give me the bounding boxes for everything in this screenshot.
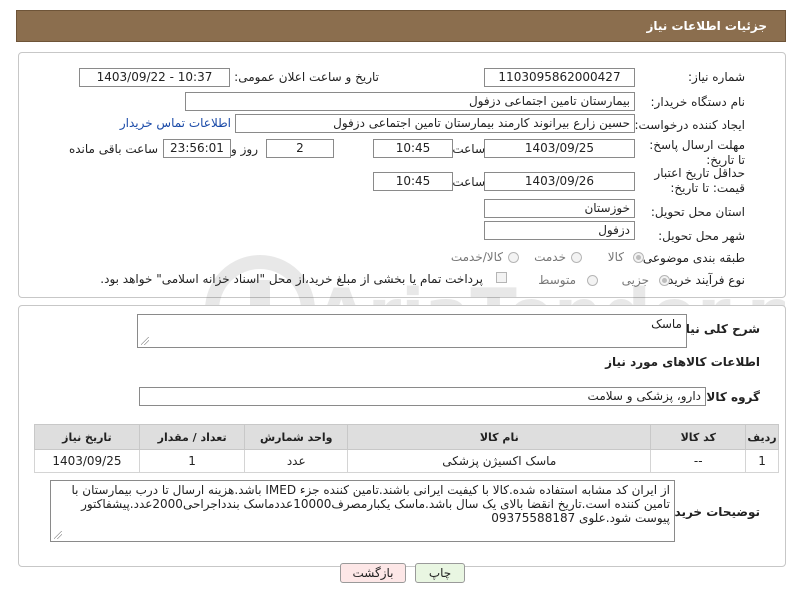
city-label: شهر محل تحویل: xyxy=(658,229,745,243)
days-remaining-field: 2 xyxy=(266,139,334,158)
page-title: جزئیات اطلاعات نیاز xyxy=(646,19,767,33)
page-header: جزئیات اطلاعات نیاز xyxy=(16,10,786,42)
buyer-notes-text: از ایران کد مشابه استفاده شده.کالا با کی… xyxy=(71,483,670,525)
goods-info-title: اطلاعات کالاهای مورد نیاز xyxy=(605,355,760,369)
buyer-org-field: بیمارستان تامین اجتماعی دزفول xyxy=(185,92,635,111)
need-number-label: شماره نیاز: xyxy=(688,70,745,84)
process-radio-minor[interactable] xyxy=(659,275,670,286)
price-validity-label: حداقل تاریخ اعتبار قیمت: تا تاریخ: xyxy=(654,166,745,195)
cell-need-date: 1403/09/25 xyxy=(34,449,140,473)
goods-table: ردیف کد کالا نام کالا واحد شمارش تعداد /… xyxy=(34,424,779,473)
cell-item-code: -- xyxy=(650,449,747,473)
category-option-service: خدمت xyxy=(534,250,566,264)
province-label: استان محل تحویل: xyxy=(650,205,745,219)
cell-row-number: 1 xyxy=(745,449,779,473)
buyer-notes-field: از ایران کد مشابه استفاده شده.کالا با کی… xyxy=(50,480,675,542)
cell-quantity: 1 xyxy=(138,449,246,473)
need-summary-field: ماسک xyxy=(137,314,687,348)
col-header-item-name: نام کالا xyxy=(347,424,652,450)
creator-label: ایجاد کننده درخواست: xyxy=(634,118,745,132)
price-validity-time-label: ساعت xyxy=(452,175,485,189)
city-field: دزفول xyxy=(484,221,635,240)
time-remaining-field: 23:56:01 xyxy=(163,139,231,158)
time-remaining-label: ساعت باقی مانده xyxy=(68,142,158,156)
col-header-unit: واحد شمارش xyxy=(244,424,349,450)
reply-date-field: 1403/09/25 xyxy=(484,139,635,158)
need-number-field: 1103095862000427 xyxy=(484,68,635,87)
cell-unit: عدد xyxy=(244,449,349,473)
process-type-label: نوع فرآیند خرید : xyxy=(660,273,745,287)
reply-deadline-label: مهلت ارسال پاسخ: تا تاریخ: xyxy=(649,138,745,167)
reply-time-label: ساعت xyxy=(452,142,485,156)
col-header-quantity: تعداد / مقدار xyxy=(138,424,246,450)
print-button[interactable]: چاپ xyxy=(415,563,465,583)
process-option-medium: متوسط xyxy=(538,273,576,287)
col-header-need-date: تاریخ نیاز xyxy=(34,424,140,450)
category-option-goods: کالا xyxy=(607,250,624,264)
goods-group-label: گروه کالا: xyxy=(701,390,760,404)
col-header-item-code: کد کالا xyxy=(650,424,747,450)
announce-date-field: 1403/09/22 - 10:37 xyxy=(79,68,230,87)
need-summary-text: ماسک xyxy=(651,317,682,331)
process-radio-medium[interactable] xyxy=(587,275,598,286)
price-validity-date-field: 1403/09/26 xyxy=(484,172,635,191)
province-field: خوزستان xyxy=(484,199,635,218)
treasury-payment-note: پرداخت تمام یا بخشی از مبلغ خرید،از محل … xyxy=(100,272,483,286)
resize-grip-icon[interactable] xyxy=(54,531,62,539)
cell-item-name: ماسک اکسیژن پزشکی xyxy=(347,449,652,473)
process-option-minor: جزیی xyxy=(621,273,649,287)
goods-group-field: دارو، پزشکی و سلامت xyxy=(139,387,706,406)
creator-field: حسین زارع بیرانوند کارمند بیمارستان تامی… xyxy=(235,114,635,133)
category-option-goods-service: کالا/خدمت xyxy=(450,250,503,264)
table-row: 1 -- ماسک اکسیژن پزشکی عدد 1 1403/09/25 xyxy=(34,449,779,473)
reply-time-field: 10:45 xyxy=(373,139,453,158)
category-label: طبقه بندی موضوعی: xyxy=(638,251,745,265)
price-validity-time-field: 10:45 xyxy=(373,172,453,191)
category-radio-service[interactable] xyxy=(571,252,582,263)
category-radio-goods-service[interactable] xyxy=(508,252,519,263)
col-header-row-number: ردیف xyxy=(745,424,779,450)
back-button[interactable]: بازگشت xyxy=(340,563,406,583)
buyer-contact-link[interactable]: اطلاعات تماس خریدار xyxy=(120,116,231,130)
goods-table-header-row: ردیف کد کالا نام کالا واحد شمارش تعداد /… xyxy=(34,424,779,450)
announce-date-label: تاریخ و ساعت اعلان عمومی: xyxy=(234,70,379,84)
category-radio-goods[interactable] xyxy=(633,252,644,263)
treasury-payment-checkbox[interactable] xyxy=(496,272,507,283)
resize-grip-icon[interactable] xyxy=(141,337,149,345)
days-label: روز و xyxy=(231,142,258,156)
buyer-org-label: نام دستگاه خریدار: xyxy=(650,95,746,109)
